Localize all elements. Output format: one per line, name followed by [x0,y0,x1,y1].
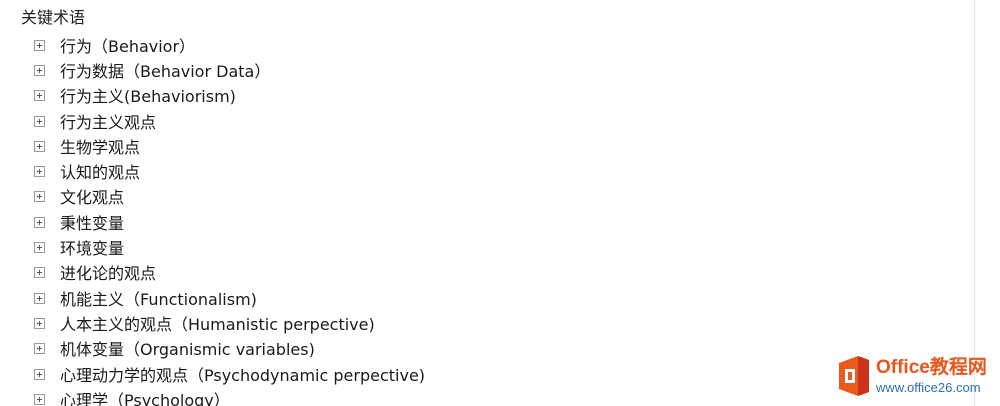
expand-plus-icon[interactable] [34,242,45,254]
expand-plus-icon[interactable] [34,64,45,76]
tree-item-label[interactable]: 文化观点 [60,184,124,208]
tree-item-label[interactable]: 机体变量（Organismic variables) [60,336,315,360]
site-watermark: Office教程网 www.office26.com [836,352,996,402]
expand-plus-icon[interactable] [34,90,45,102]
expand-plus-icon[interactable] [34,216,45,228]
expand-plus-icon[interactable] [34,115,45,127]
tree-item-label[interactable]: 行为数据（Behavior Data） [60,58,270,82]
expand-plus-icon[interactable] [34,267,45,279]
office-logo-icon [839,356,869,396]
tree-item-label[interactable]: 行为（Behavior） [60,33,195,57]
expand-plus-icon[interactable] [34,292,45,304]
expand-plus-icon[interactable] [34,368,45,380]
expand-plus-icon[interactable] [34,140,45,152]
tree-item-label[interactable]: 环境变量 [60,235,124,259]
tree-item-label[interactable]: 心理学（Psychology） [60,387,230,406]
expand-plus-icon[interactable] [34,191,45,203]
expand-plus-icon[interactable] [34,39,45,51]
tree-item-label[interactable]: 机能主义（Functionalism) [60,286,257,310]
watermark-url: www.office26.com [876,380,981,395]
expand-plus-icon[interactable] [34,393,45,405]
tree-item-label[interactable]: 秉性变量 [60,210,124,234]
tree-item-label[interactable]: 行为主义(Behaviorism) [60,83,236,107]
tree-item-label[interactable]: 人本主义的观点（Humanistic perpective) [60,311,375,335]
tree-item-label[interactable]: 心理动力学的观点（Psychodynamic perpective) [60,362,425,386]
expand-plus-icon[interactable] [34,317,45,329]
key-terms-panel: 关键术语 行为（Behavior） 行为数据（Behavior Data） 行为… [0,0,975,406]
tree-title: 关键术语 [21,8,86,27]
tree-item-label[interactable]: 认知的观点 [60,159,140,183]
watermark-brand: Office教程网 [876,357,987,378]
expand-plus-icon[interactable] [34,343,45,355]
tree-item-label[interactable]: 行为主义观点 [60,109,156,133]
tree-item-label[interactable]: 进化论的观点 [60,260,156,284]
expand-plus-icon[interactable] [34,166,45,178]
tree-item-label[interactable]: 生物学观点 [60,134,140,158]
